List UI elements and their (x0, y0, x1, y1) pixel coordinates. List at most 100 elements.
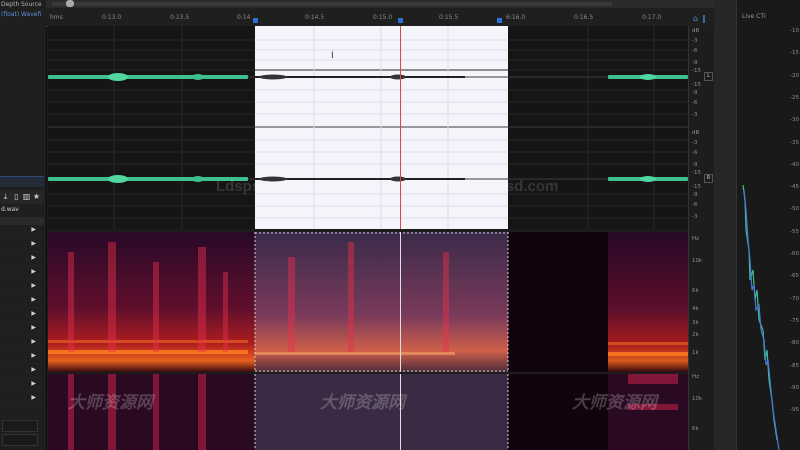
expand-arrow-icon[interactable]: ▶ (31, 324, 36, 331)
meter-scale-label: -70 (790, 295, 799, 302)
depth-value: (float) (1, 11, 20, 18)
file-list-item[interactable]: ▶ (0, 253, 44, 266)
meter-title: Live CTI (742, 13, 766, 20)
selection-start-marker[interactable] (253, 18, 258, 23)
meter-scale-label: -35 (790, 139, 799, 146)
meter-scale-label: -60 (790, 251, 799, 257)
ruler-tick-label: 0:13.5 (170, 14, 190, 21)
scale-label: 4k (692, 306, 699, 312)
trash-icon[interactable]: ▥ (22, 192, 31, 201)
navigator-handle[interactable] (66, 0, 74, 7)
ruler-tick-label: 0:15.0 (373, 14, 393, 21)
channel-right-toggle[interactable]: R (704, 174, 713, 183)
expand-arrow-icon[interactable]: ▶ (31, 240, 36, 247)
files-panel: Depth Source (float) Wavefi ⤓ ▯ ▥ ★ d.wa… (0, 0, 47, 450)
file-list-item[interactable]: ▶ (0, 365, 44, 378)
scale-label: -6 (692, 202, 698, 208)
meter-scale-label: -95 (790, 407, 799, 414)
watermark-text: 大师资源网 (320, 393, 405, 413)
channel-left-toggle[interactable]: L (704, 72, 713, 81)
scale-label: -6 (692, 150, 698, 156)
scale-label: -3 (692, 112, 698, 118)
scale-label: -3 (692, 214, 698, 220)
spectral-display-secondary[interactable]: 大师资源网 大师资源网 大师资源网 (48, 374, 688, 450)
expand-arrow-icon[interactable]: ▶ (31, 394, 36, 401)
expand-arrow-icon[interactable]: ▶ (31, 268, 36, 275)
selection-end-marker[interactable] (497, 18, 502, 23)
meter-scale-label: -55 (790, 228, 799, 235)
panel-field[interactable] (2, 434, 38, 446)
playhead-line[interactable] (400, 26, 401, 229)
ruler-tick-label: 0:13.0 (102, 14, 122, 21)
file-list-item[interactable]: ▶ (0, 379, 44, 392)
meter-scale-label: -30 (790, 117, 799, 124)
watermark-text: Ldspsd.com (216, 178, 305, 195)
ruler-tick-label: 6:16.0 (506, 14, 526, 21)
favorite-star-icon[interactable]: ★ (32, 192, 41, 201)
scale-label: -6 (692, 48, 698, 54)
file-list: ▶ ▶ ▶ ▶ ▶ ▶ ▶ ▶ ▶ ▶ ▶ ▶ ▶ (0, 225, 44, 415)
meter-scale-label: -85 (790, 362, 799, 369)
scale-label: -9 (692, 162, 698, 168)
expand-arrow-icon[interactable]: ▶ (31, 226, 36, 233)
scale-label: -6 (692, 100, 698, 106)
meter-scale-label: -20 (790, 72, 799, 79)
document-icon[interactable]: ▯ (12, 192, 21, 201)
expand-arrow-icon[interactable]: ▶ (31, 310, 36, 317)
file-list-item[interactable]: ▶ (0, 351, 44, 364)
watermark-text: 大师资源网 (68, 393, 153, 413)
file-name[interactable]: d.wav (1, 206, 19, 213)
expand-arrow-icon[interactable]: ▶ (31, 338, 36, 345)
expand-arrow-icon[interactable]: ▶ (31, 282, 36, 289)
file-list-item[interactable]: ▶ (0, 267, 44, 280)
expand-arrow-icon[interactable]: ▶ (31, 366, 36, 373)
zoom-navigator[interactable] (52, 2, 612, 6)
scale-label: -9 (692, 192, 698, 198)
file-list-item[interactable]: ▶ (0, 337, 44, 350)
ruler-tick-label: 0:14.5 (305, 14, 325, 21)
column-header-source[interactable]: Source (21, 1, 42, 8)
watermark-text: Ldspsd.com (470, 178, 559, 195)
watermark-text: 大师资源网 (572, 393, 657, 413)
file-list-item[interactable]: ▶ (0, 225, 44, 238)
meter-trace-svg (742, 184, 780, 450)
import-icon[interactable]: ⤓ (1, 192, 10, 202)
scale-label: dB (692, 130, 700, 136)
file-list-item[interactable]: ▶ (0, 295, 44, 308)
scale-label: 6k (692, 426, 699, 432)
file-list-item[interactable]: ▶ (0, 393, 44, 406)
scale-label: -3 (692, 140, 698, 146)
column-header-depth[interactable]: Depth (1, 1, 19, 8)
file-list-item[interactable]: ▶ (0, 281, 44, 294)
expand-arrow-icon[interactable]: ▶ (31, 254, 36, 261)
meter-scale-label: -15 (790, 50, 799, 57)
panel-divider[interactable] (0, 176, 44, 187)
panel-field[interactable] (2, 420, 38, 432)
expand-arrow-icon[interactable]: ▶ (31, 296, 36, 303)
file-toolbar: ⤓ ▯ ▥ ★ (0, 190, 44, 204)
panel-gutter (714, 0, 736, 450)
scale-label: -15 (692, 68, 701, 74)
scale-label: Hz (692, 374, 700, 380)
file-list-item[interactable]: ▶ (0, 239, 44, 252)
time-ruler[interactable]: hms 0:13.0 0:13.5 0:14 0:14.5 0:15.0 0:1… (46, 8, 736, 27)
waveform-editor[interactable]: I Ldspsd.com Ldspsd.com 大师资源网 大师资源网 大师资源… (48, 26, 688, 450)
meter-scale-label: -25 (790, 94, 799, 101)
scale-label: -9 (692, 60, 698, 66)
expand-arrow-icon[interactable]: ▶ (31, 352, 36, 359)
playhead-marker[interactable] (398, 18, 403, 23)
meter-scale-label: -10 (790, 28, 799, 34)
playhead-line[interactable] (400, 232, 401, 372)
spectrogram-svg (48, 232, 688, 372)
expand-arrow-icon[interactable]: ▶ (31, 380, 36, 387)
waveform-display[interactable]: I Ldspsd.com Ldspsd.com (48, 26, 688, 229)
spectral-display[interactable] (48, 232, 688, 372)
meter-scale-label: -80 (790, 340, 799, 347)
source-value: Wavefi (21, 11, 42, 18)
scale-label: dB (692, 28, 700, 34)
file-list-item[interactable]: ▶ (0, 323, 44, 336)
amplitude-frequency-scale[interactable]: dB -3 -6 -9 -15 -15 -9 -6 -3 L dB -3 -6 … (688, 26, 715, 450)
zoom-icons[interactable]: ⌂ ❙ (693, 14, 707, 23)
scale-label: 3k (692, 320, 699, 326)
file-list-item[interactable]: ▶ (0, 309, 44, 322)
